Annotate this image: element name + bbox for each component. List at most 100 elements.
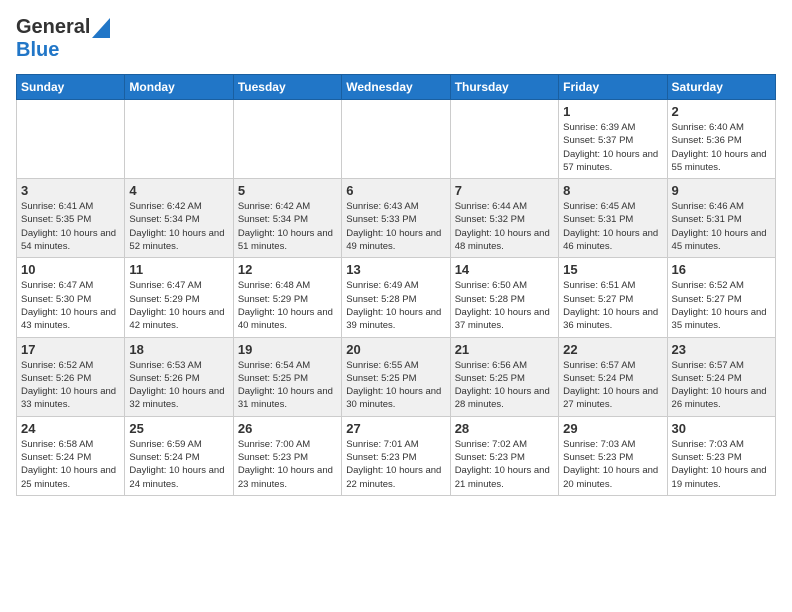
day-content: Sunrise: 6:50 AMSunset: 5:28 PMDaylight:… (455, 279, 554, 332)
weekday-header-sunday: Sunday (17, 75, 125, 100)
calendar-cell: 20 Sunrise: 6:55 AMSunset: 5:25 PMDayligh… (342, 337, 450, 416)
calendar-cell: 27 Sunrise: 7:01 AMSunset: 5:23 PMDayligh… (342, 416, 450, 495)
day-number: 19 (238, 342, 337, 357)
calendar-cell: 1 Sunrise: 6:39 AMSunset: 5:37 PMDaylight… (559, 100, 667, 179)
calendar-week-3: 10 Sunrise: 6:47 AMSunset: 5:30 PMDayligh… (17, 258, 776, 337)
day-content: Sunrise: 6:46 AMSunset: 5:31 PMDaylight:… (672, 200, 771, 253)
calendar-week-2: 3 Sunrise: 6:41 AMSunset: 5:35 PMDaylight… (17, 179, 776, 258)
logo-arrow-icon (92, 18, 110, 38)
day-content: Sunrise: 6:48 AMSunset: 5:29 PMDaylight:… (238, 279, 337, 332)
day-content: Sunrise: 6:57 AMSunset: 5:24 PMDaylight:… (672, 359, 771, 412)
calendar-cell: 9 Sunrise: 6:46 AMSunset: 5:31 PMDaylight… (667, 179, 775, 258)
weekday-header-tuesday: Tuesday (233, 75, 341, 100)
day-number: 2 (672, 104, 771, 119)
day-content: Sunrise: 7:02 AMSunset: 5:23 PMDaylight:… (455, 438, 554, 491)
day-number: 4 (129, 183, 228, 198)
day-number: 1 (563, 104, 662, 119)
day-content: Sunrise: 6:44 AMSunset: 5:32 PMDaylight:… (455, 200, 554, 253)
day-number: 17 (21, 342, 120, 357)
day-content: Sunrise: 6:42 AMSunset: 5:34 PMDaylight:… (238, 200, 337, 253)
day-number: 23 (672, 342, 771, 357)
calendar-cell: 22 Sunrise: 6:57 AMSunset: 5:24 PMDayligh… (559, 337, 667, 416)
day-content: Sunrise: 6:45 AMSunset: 5:31 PMDaylight:… (563, 200, 662, 253)
day-content: Sunrise: 6:55 AMSunset: 5:25 PMDaylight:… (346, 359, 445, 412)
calendar-cell: 19 Sunrise: 6:54 AMSunset: 5:25 PMDayligh… (233, 337, 341, 416)
calendar-cell: 23 Sunrise: 6:57 AMSunset: 5:24 PMDayligh… (667, 337, 775, 416)
weekday-header-wednesday: Wednesday (342, 75, 450, 100)
logo-general: General (16, 16, 90, 39)
calendar-cell: 10 Sunrise: 6:47 AMSunset: 5:30 PMDayligh… (17, 258, 125, 337)
logo-blue: Blue (16, 39, 110, 62)
day-number: 20 (346, 342, 445, 357)
calendar-cell: 12 Sunrise: 6:48 AMSunset: 5:29 PMDayligh… (233, 258, 341, 337)
calendar-cell: 25 Sunrise: 6:59 AMSunset: 5:24 PMDayligh… (125, 416, 233, 495)
weekday-header-thursday: Thursday (450, 75, 558, 100)
calendar-cell: 17 Sunrise: 6:52 AMSunset: 5:26 PMDayligh… (17, 337, 125, 416)
calendar-week-4: 17 Sunrise: 6:52 AMSunset: 5:26 PMDayligh… (17, 337, 776, 416)
calendar-cell (17, 100, 125, 179)
calendar-cell: 26Sunrise: 7:00 AMSunset: 5:23 PMDayligh… (233, 416, 341, 495)
calendar-cell: 8Sunrise: 6:45 AMSunset: 5:31 PMDaylight… (559, 179, 667, 258)
calendar-cell (450, 100, 558, 179)
calendar-cell (125, 100, 233, 179)
weekday-header-friday: Friday (559, 75, 667, 100)
day-content: Sunrise: 6:40 AMSunset: 5:36 PMDaylight:… (672, 121, 771, 174)
page-header: General Blue (16, 16, 776, 62)
calendar-cell: 4 Sunrise: 6:42 AMSunset: 5:34 PMDaylight… (125, 179, 233, 258)
day-number: 13 (346, 262, 445, 277)
day-number: 11 (129, 262, 228, 277)
day-number: 12 (238, 262, 337, 277)
day-content: Sunrise: 6:54 AMSunset: 5:25 PMDaylight:… (238, 359, 337, 412)
day-content: Sunrise: 6:51 AMSunset: 5:27 PMDaylight:… (563, 279, 662, 332)
logo: General Blue (16, 16, 110, 62)
day-number: 9 (672, 183, 771, 198)
day-number: 10 (21, 262, 120, 277)
day-content: Sunrise: 7:03 AMSunset: 5:23 PMDaylight:… (563, 438, 662, 491)
calendar-cell: 24 Sunrise: 6:58 AMSunset: 5:24 PMDayligh… (17, 416, 125, 495)
calendar-cell: 18 Sunrise: 6:53 AMSunset: 5:26 PMDayligh… (125, 337, 233, 416)
day-number: 16 (672, 262, 771, 277)
day-content: Sunrise: 6:53 AMSunset: 5:26 PMDaylight:… (129, 359, 228, 412)
day-number: 27 (346, 421, 445, 436)
day-content: Sunrise: 6:52 AMSunset: 5:26 PMDaylight:… (21, 359, 120, 412)
day-content: Sunrise: 7:00 AMSunset: 5:23 PMDaylight:… (238, 438, 337, 491)
calendar-cell: 14 Sunrise: 6:50 AMSunset: 5:28 PMDayligh… (450, 258, 558, 337)
calendar-table: SundayMondayTuesdayWednesdayThursdayFrid… (16, 74, 776, 496)
day-content: Sunrise: 6:56 AMSunset: 5:25 PMDaylight:… (455, 359, 554, 412)
day-content: Sunrise: 7:01 AMSunset: 5:23 PMDaylight:… (346, 438, 445, 491)
day-number: 14 (455, 262, 554, 277)
calendar-week-1: 1 Sunrise: 6:39 AMSunset: 5:37 PMDaylight… (17, 100, 776, 179)
calendar-cell: 5 Sunrise: 6:42 AMSunset: 5:34 PMDaylight… (233, 179, 341, 258)
day-number: 30 (672, 421, 771, 436)
calendar-cell: 16 Sunrise: 6:52 AMSunset: 5:27 PMDayligh… (667, 258, 775, 337)
day-number: 18 (129, 342, 228, 357)
day-content: Sunrise: 6:47 AMSunset: 5:29 PMDaylight:… (129, 279, 228, 332)
calendar-cell: 21Sunrise: 6:56 AMSunset: 5:25 PMDayligh… (450, 337, 558, 416)
day-content: Sunrise: 6:42 AMSunset: 5:34 PMDaylight:… (129, 200, 228, 253)
day-content: Sunrise: 6:58 AMSunset: 5:24 PMDaylight:… (21, 438, 120, 491)
weekday-header-monday: Monday (125, 75, 233, 100)
calendar-cell: 7Sunrise: 6:44 AMSunset: 5:32 PMDaylight… (450, 179, 558, 258)
calendar-cell: 30 Sunrise: 7:03 AMSunset: 5:23 PMDayligh… (667, 416, 775, 495)
day-content: Sunrise: 6:57 AMSunset: 5:24 PMDaylight:… (563, 359, 662, 412)
day-number: 15 (563, 262, 662, 277)
day-content: Sunrise: 6:47 AMSunset: 5:30 PMDaylight:… (21, 279, 120, 332)
calendar-cell (342, 100, 450, 179)
day-number: 24 (21, 421, 120, 436)
day-number: 22 (563, 342, 662, 357)
day-content: Sunrise: 6:52 AMSunset: 5:27 PMDaylight:… (672, 279, 771, 332)
calendar-cell: 11 Sunrise: 6:47 AMSunset: 5:29 PMDayligh… (125, 258, 233, 337)
day-content: Sunrise: 6:59 AMSunset: 5:24 PMDaylight:… (129, 438, 228, 491)
calendar-week-5: 24 Sunrise: 6:58 AMSunset: 5:24 PMDayligh… (17, 416, 776, 495)
day-content: Sunrise: 7:03 AMSunset: 5:23 PMDaylight:… (672, 438, 771, 491)
day-content: Sunrise: 6:41 AMSunset: 5:35 PMDaylight:… (21, 200, 120, 253)
day-content: Sunrise: 6:43 AMSunset: 5:33 PMDaylight:… (346, 200, 445, 253)
day-number: 25 (129, 421, 228, 436)
day-content: Sunrise: 6:49 AMSunset: 5:28 PMDaylight:… (346, 279, 445, 332)
day-number: 5 (238, 183, 337, 198)
calendar-cell: 28Sunrise: 7:02 AMSunset: 5:23 PMDayligh… (450, 416, 558, 495)
calendar-cell: 13 Sunrise: 6:49 AMSunset: 5:28 PMDayligh… (342, 258, 450, 337)
calendar-cell: 15 Sunrise: 6:51 AMSunset: 5:27 PMDayligh… (559, 258, 667, 337)
day-content: Sunrise: 6:39 AMSunset: 5:37 PMDaylight:… (563, 121, 662, 174)
day-number: 3 (21, 183, 120, 198)
